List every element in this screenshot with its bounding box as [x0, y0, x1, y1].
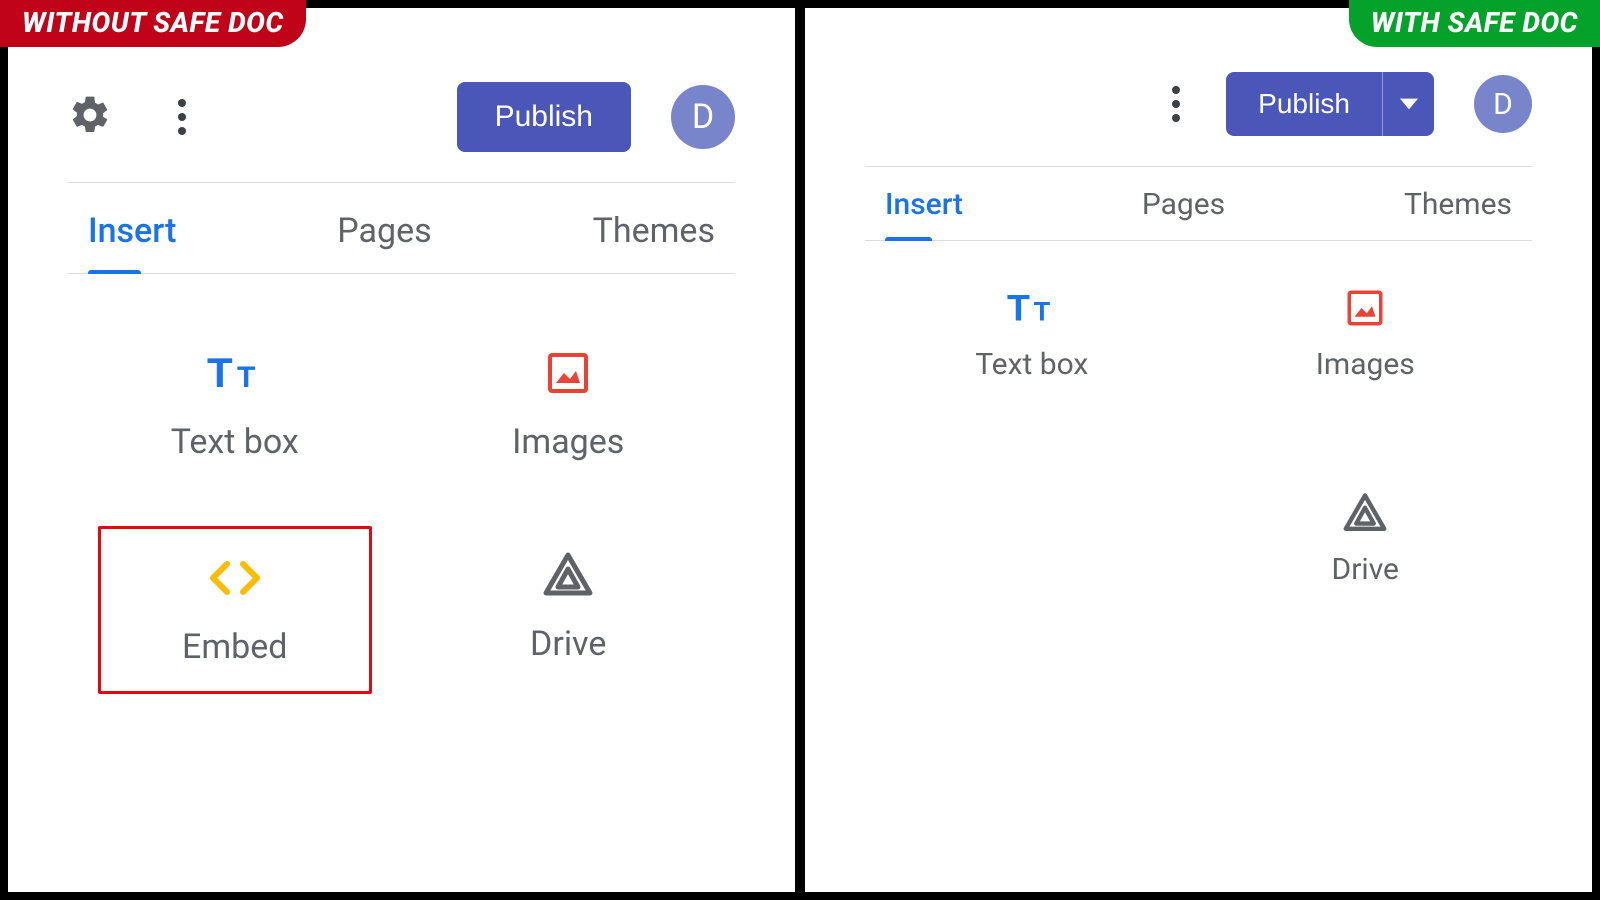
svg-text:T: T	[207, 351, 233, 395]
textbox-icon: TT	[1007, 287, 1057, 329]
textbox-icon: TT	[207, 348, 263, 398]
svg-text:T: T	[1034, 297, 1051, 327]
tile-images-label: Images	[512, 422, 624, 462]
toolbar: Publish D	[68, 42, 735, 182]
more-options-icon[interactable]	[1166, 80, 1186, 128]
tile-drive[interactable]: Drive	[1229, 482, 1503, 597]
publish-button[interactable]: Publish	[457, 82, 631, 152]
tile-drive-label: Drive	[1332, 552, 1399, 587]
tile-embed[interactable]: Embed	[98, 526, 372, 694]
tab-pages[interactable]: Pages	[337, 211, 431, 273]
tile-textbox[interactable]: TT Text box	[895, 277, 1169, 392]
tile-embed-label: Embed	[182, 627, 287, 667]
caret-down-icon	[1400, 95, 1418, 113]
tile-drive[interactable]: Drive	[432, 526, 706, 694]
sidebar-tabs: Insert Pages Themes	[68, 183, 735, 274]
publish-button[interactable]: Publish	[1226, 72, 1382, 136]
tile-textbox[interactable]: TT Text box	[98, 324, 372, 486]
tab-insert[interactable]: Insert	[885, 187, 963, 240]
svg-text:T: T	[237, 361, 255, 394]
more-options-icon[interactable]	[172, 93, 192, 141]
account-avatar[interactable]: D	[1474, 75, 1532, 133]
tab-insert[interactable]: Insert	[88, 211, 176, 273]
tab-themes[interactable]: Themes	[1404, 187, 1512, 240]
embed-icon	[207, 553, 263, 603]
badge-without-safedoc: WITHOUT SAFE DOC	[0, 0, 306, 47]
tile-images[interactable]: Images	[1229, 277, 1503, 392]
tile-drive-label: Drive	[530, 624, 606, 664]
drive-icon	[542, 550, 594, 600]
svg-text:T: T	[1007, 288, 1030, 328]
sidebar-tabs: Insert Pages Themes	[865, 167, 1532, 241]
panel-with-safedoc: Publish D Insert Pages Themes TT Text bo…	[805, 8, 1592, 892]
images-icon	[1344, 287, 1386, 329]
insert-grid: TT Text box Images Drive	[865, 241, 1532, 647]
account-avatar[interactable]: D	[671, 85, 735, 149]
panel-without-safedoc: Publish D Insert Pages Themes TT Text bo…	[8, 8, 795, 892]
drive-icon	[1342, 492, 1388, 534]
toolbar: Publish D	[865, 42, 1532, 166]
badge-with-safedoc: WITH SAFE DOC	[1349, 0, 1600, 47]
tile-textbox-label: Text box	[975, 347, 1088, 382]
tile-images-label: Images	[1316, 347, 1415, 382]
tile-images[interactable]: Images	[432, 324, 706, 486]
tab-themes[interactable]: Themes	[593, 211, 715, 273]
settings-icon[interactable]	[68, 93, 112, 141]
publish-split-button: Publish	[1226, 72, 1434, 136]
tile-textbox-label: Text box	[171, 422, 299, 462]
comparison-frame: WITHOUT SAFE DOC WITH SAFE DOC Publish D…	[0, 0, 1600, 900]
images-icon	[544, 348, 592, 398]
insert-grid: TT Text box Images Embed Drive	[68, 274, 735, 744]
publish-dropdown-button[interactable]	[1382, 72, 1434, 136]
tab-pages[interactable]: Pages	[1142, 187, 1225, 240]
